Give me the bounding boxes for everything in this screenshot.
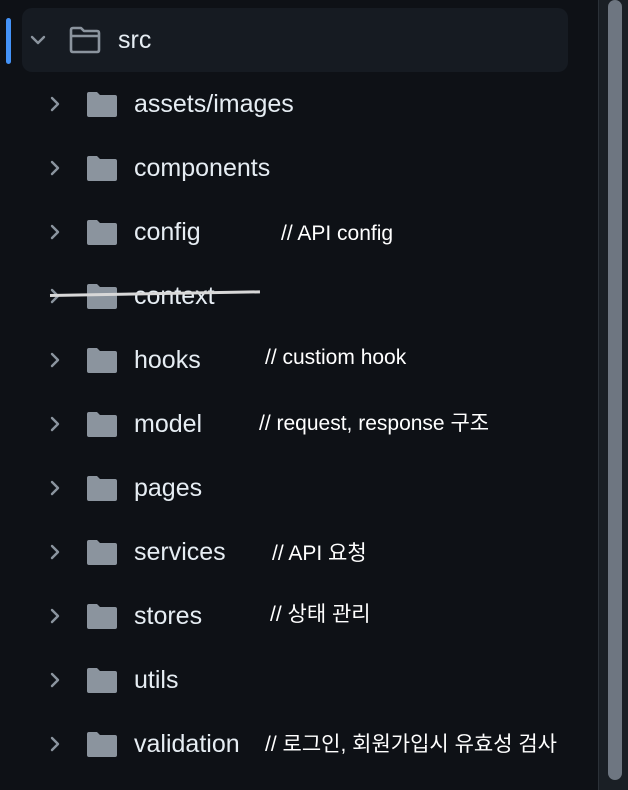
folder-icon	[85, 474, 119, 502]
file-tree: src assets/images components config // API …	[0, 0, 598, 790]
chevron-right-icon[interactable]	[44, 157, 66, 179]
tree-item-label: assets/images	[134, 90, 294, 118]
folder-icon	[85, 346, 119, 374]
tree-item-assets-images[interactable]: assets/images	[0, 72, 598, 136]
folder-icon	[85, 90, 119, 118]
chevron-down-icon[interactable]	[27, 29, 49, 51]
folder-icon	[85, 730, 119, 758]
chevron-right-icon[interactable]	[44, 669, 66, 691]
tree-item-label: services	[134, 538, 226, 566]
chevron-right-icon[interactable]	[44, 413, 66, 435]
chevron-right-icon[interactable]	[44, 349, 66, 371]
folder-open-icon	[68, 26, 102, 54]
tree-item-label: model	[134, 410, 203, 438]
annotation-comment: // request, response 구조	[259, 412, 490, 435]
tree-item-label: config	[134, 218, 201, 246]
active-indicator	[6, 18, 11, 64]
annotation-comment: // 상태 관리	[270, 603, 371, 626]
tree-item-components[interactable]: components	[0, 136, 598, 200]
folder-icon	[85, 602, 119, 630]
tree-item-src[interactable]: src	[22, 8, 568, 72]
tree-item-label: components	[134, 154, 271, 182]
chevron-right-icon[interactable]	[44, 477, 66, 499]
tree-item-label: src	[118, 26, 152, 54]
tree-item-pages[interactable]: pages	[0, 456, 598, 520]
chevron-right-icon[interactable]	[44, 605, 66, 627]
tree-item-utils[interactable]: utils	[0, 648, 598, 712]
tree-item-label: pages	[134, 474, 203, 502]
tree-item-label: stores	[134, 602, 203, 630]
chevron-right-icon[interactable]	[44, 93, 66, 115]
chevron-right-icon[interactable]	[44, 221, 66, 243]
annotation-comment: // API config	[281, 222, 394, 245]
tree-item-label: hooks	[134, 346, 201, 374]
tree-item-label: validation	[134, 730, 240, 758]
folder-icon	[85, 154, 119, 182]
folder-icon	[85, 666, 119, 694]
annotation-comment: // API 요청	[272, 542, 367, 565]
annotation-comment: // 로그인, 회원가입시 유효성 검사	[265, 733, 558, 756]
tree-item-label: utils	[134, 666, 179, 694]
tree-item-label: context	[134, 282, 215, 310]
annotation-comment: // custiom hook	[265, 346, 407, 369]
folder-icon	[85, 218, 119, 246]
chevron-right-icon[interactable]	[44, 733, 66, 755]
scrollbar-thumb[interactable]	[608, 0, 622, 780]
folder-icon	[85, 410, 119, 438]
folder-icon	[85, 538, 119, 566]
chevron-right-icon[interactable]	[44, 541, 66, 563]
